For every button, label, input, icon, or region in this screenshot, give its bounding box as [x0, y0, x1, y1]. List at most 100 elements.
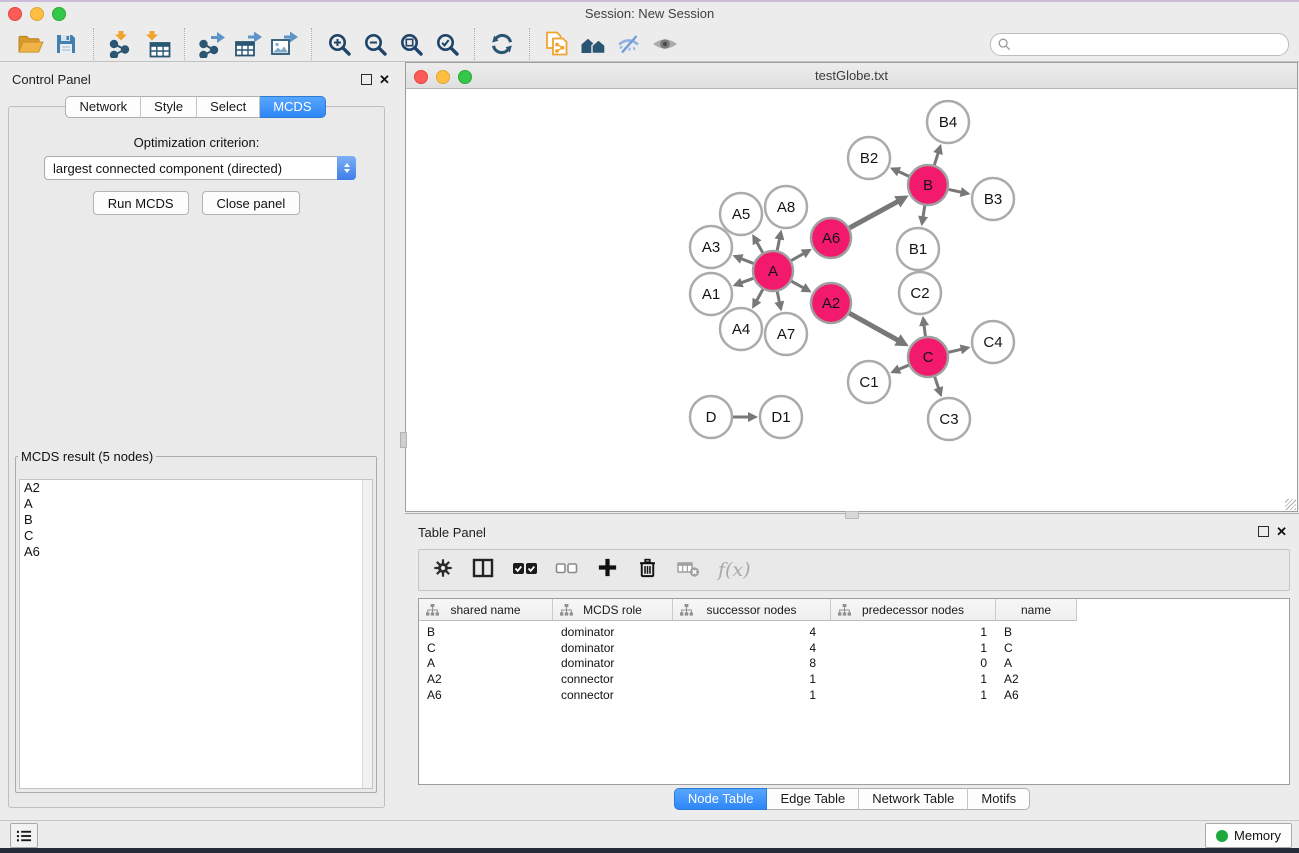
table-tab-network-table[interactable]: Network Table: [859, 788, 968, 810]
column-header-predecessor-nodes[interactable]: predecessor nodes: [831, 599, 996, 621]
checked-boxes-icon: [512, 557, 538, 579]
delete-table-icon: [676, 557, 701, 579]
table-tab-node-table[interactable]: Node Table: [674, 788, 768, 810]
control-tab-select[interactable]: Select: [197, 96, 260, 118]
table-cell: A6: [419, 688, 553, 702]
import-table-button[interactable]: [139, 29, 175, 59]
export-network-button[interactable]: [194, 29, 230, 59]
houses-icon: [580, 32, 607, 56]
column-header-MCDS-role[interactable]: MCDS role: [553, 599, 673, 621]
mcds-result-list[interactable]: A2ABCA6: [19, 479, 373, 789]
table-cell: A: [419, 656, 553, 670]
table-cell: 8: [673, 656, 831, 670]
delete-column-button[interactable]: [636, 556, 659, 584]
plus-icon: [596, 556, 619, 579]
desktop-edge: [0, 848, 1299, 853]
search-input[interactable]: [1015, 36, 1288, 52]
mcds-result-item[interactable]: B: [20, 512, 372, 528]
graph-edge-A6-B[interactable]: [849, 201, 899, 228]
float-panel-icon[interactable]: [361, 74, 372, 85]
graph-node-label: C4: [983, 334, 1002, 351]
memory-button[interactable]: Memory: [1205, 823, 1292, 848]
node-table: shared nameMCDS rolesuccessor nodesprede…: [418, 598, 1290, 785]
zoom-fit-button[interactable]: [393, 29, 429, 59]
table-row[interactable]: Bdominator41B: [419, 624, 1289, 640]
graph-edge-A-A1[interactable]: [740, 278, 753, 283]
run-mcds-button[interactable]: Run MCDS: [93, 191, 189, 215]
table-cell: A: [996, 656, 1077, 670]
refresh-view-button[interactable]: [484, 29, 520, 59]
mcds-result-item[interactable]: A: [20, 496, 372, 512]
save-session-button[interactable]: [48, 29, 84, 59]
column-header-successor-nodes[interactable]: successor nodes: [673, 599, 831, 621]
float-panel-icon[interactable]: [1258, 526, 1269, 537]
table-cell: connector: [553, 672, 673, 686]
graph-edge-C-C4[interactable]: [948, 349, 962, 352]
function-builder-button[interactable]: f(x): [718, 559, 751, 581]
export-table-button[interactable]: [230, 29, 266, 59]
resize-grip[interactable]: [1285, 499, 1296, 510]
table-tab-edge-table[interactable]: Edge Table: [767, 788, 859, 810]
edge-arrowhead: [918, 216, 928, 227]
mcds-result-item[interactable]: C: [20, 528, 372, 544]
vertical-splitter-handle[interactable]: [400, 432, 407, 448]
graph-edge-A-A2[interactable]: [791, 281, 804, 288]
search-icon: [998, 38, 1011, 51]
close-panel-button[interactable]: Close panel: [202, 191, 301, 215]
graph-edge-B-B4[interactable]: [934, 152, 938, 165]
graph-edge-A-A3[interactable]: [740, 258, 754, 263]
table-row[interactable]: A6connector11A6: [419, 687, 1289, 703]
close-panel-icon[interactable]: ✕: [379, 74, 390, 85]
column-header-shared-name[interactable]: shared name: [419, 599, 553, 621]
header-filler: [1077, 599, 1289, 621]
network-view-window: testGlobe.txt AA1A2A3A4A5A6A7A8BB1B2B3B4…: [405, 62, 1298, 512]
delete-table-button[interactable]: [676, 557, 701, 584]
criterion-dropdown[interactable]: largest connected component (directed): [44, 156, 356, 180]
table-cell: 4: [673, 625, 831, 639]
new-network-from-selection-button[interactable]: [539, 29, 575, 59]
result-scrollbar[interactable]: [362, 480, 372, 788]
deselect-all-checkboxes-button[interactable]: [555, 557, 579, 584]
network-graph-canvas[interactable]: AA1A2A3A4A5A6A7A8BB1B2B3B4CC1C2C3C4DD1: [406, 89, 1297, 511]
table-cell: B: [996, 625, 1077, 639]
graph-edge-A-A4[interactable]: [756, 289, 763, 301]
mcds-result-item[interactable]: A6: [20, 544, 372, 560]
graph-edge-B-B3[interactable]: [949, 189, 963, 192]
mcds-result-item[interactable]: A2: [20, 480, 372, 496]
graph-node-label: B3: [984, 191, 1002, 208]
control-tab-mcds[interactable]: MCDS: [260, 96, 325, 118]
graph-edge-A2-C[interactable]: [849, 313, 899, 341]
zoom-in-button[interactable]: [321, 29, 357, 59]
table-row[interactable]: Cdominator41C: [419, 640, 1289, 656]
open-session-button[interactable]: [12, 29, 48, 59]
hide-selected-button[interactable]: [611, 29, 647, 59]
control-tab-network[interactable]: Network: [65, 96, 141, 118]
export-network-icon: [198, 31, 226, 58]
table-cell: A2: [419, 672, 553, 686]
import-network-button[interactable]: [103, 29, 139, 59]
table-tab-motifs[interactable]: Motifs: [968, 788, 1030, 810]
graph-edge-A-A6[interactable]: [791, 253, 805, 261]
show-column-button[interactable]: [471, 557, 495, 584]
table-row[interactable]: A2connector11A2: [419, 671, 1289, 687]
graph-edge-C-C3[interactable]: [935, 377, 939, 390]
zoom-selected-button[interactable]: [429, 29, 465, 59]
edge-arrowhead: [774, 301, 784, 312]
add-column-button[interactable]: [596, 556, 619, 584]
list-icon: [16, 829, 32, 843]
column-header-name[interactable]: name: [996, 599, 1077, 621]
close-panel-icon[interactable]: ✕: [1276, 526, 1287, 537]
window-titlebar: Session: New Session: [0, 0, 1299, 27]
dropdown-stepper-icon: [337, 156, 356, 180]
criterion-value: largest connected component (directed): [45, 161, 337, 176]
task-history-button[interactable]: [10, 823, 38, 848]
settings-gear-button[interactable]: [432, 557, 454, 584]
table-row[interactable]: Adominator80A: [419, 655, 1289, 671]
zoom-out-button[interactable]: [357, 29, 393, 59]
select-all-checkboxes-button[interactable]: [512, 557, 538, 584]
control-tab-style[interactable]: Style: [141, 96, 197, 118]
network-home-button[interactable]: [575, 29, 611, 59]
export-image-button[interactable]: [266, 29, 302, 59]
graph-edge-A-A5[interactable]: [756, 241, 763, 253]
show-hidden-button[interactable]: [647, 29, 683, 59]
